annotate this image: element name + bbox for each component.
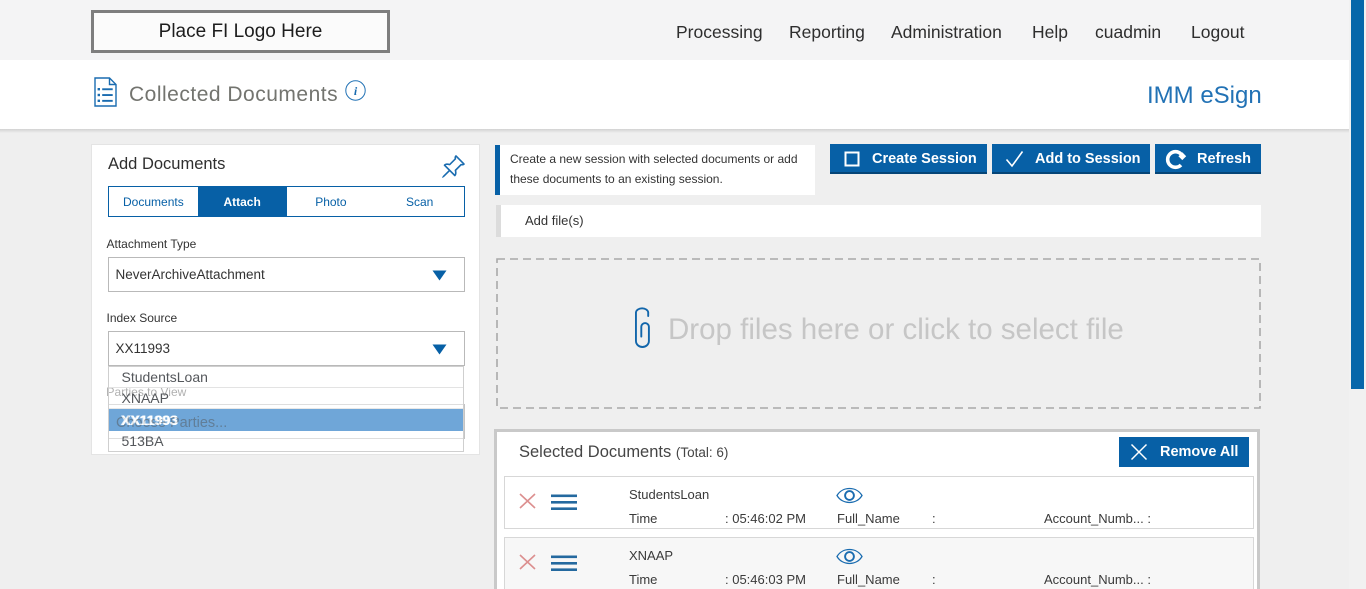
svg-text:i: i: [354, 84, 358, 98]
